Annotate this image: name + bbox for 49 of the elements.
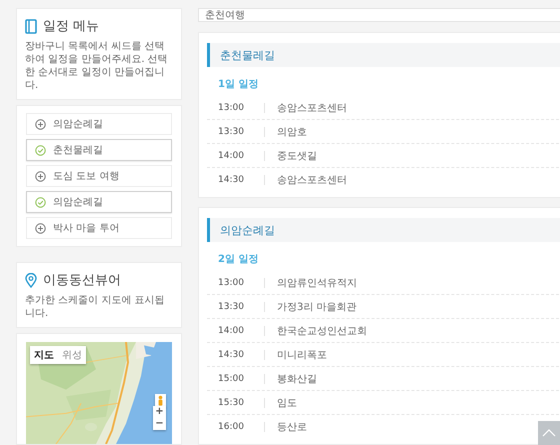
day-label: 1일 일정 xyxy=(218,78,260,91)
check-circle-icon xyxy=(35,144,46,156)
menu-title: 일정 메뉴 xyxy=(43,18,100,35)
course-item[interactable]: 의암순례길 xyxy=(26,113,172,135)
stop-place: 의암호 xyxy=(277,126,307,138)
route-viewer-description: 추가한 스케줄이 지도에 표시됩니다. xyxy=(25,294,166,320)
stop-time: 14:30 xyxy=(218,350,265,360)
stop-time: 15:00 xyxy=(218,374,265,384)
stop-place: 한국순교성인선교회 xyxy=(277,324,367,338)
stop-place: 등산로 xyxy=(277,420,307,434)
stop-place: 미니리폭포 xyxy=(277,348,327,362)
stop-place: 중도샛길 xyxy=(277,150,317,162)
day-label: 2일 일정 xyxy=(218,253,260,266)
trip-name-field[interactable]: 춘천여행 xyxy=(198,8,560,22)
caret-up-icon xyxy=(542,429,556,437)
map-type-tab[interactable]: 지도 xyxy=(30,346,58,364)
course-item[interactable]: 의암순례길 xyxy=(26,191,172,213)
stop-place: 임도 xyxy=(277,396,297,410)
stop-place: 가정3리 마을회관 xyxy=(277,300,357,314)
course-title: 춘천물레길 xyxy=(220,48,275,62)
notebook-icon xyxy=(25,18,37,34)
scroll-top-button[interactable] xyxy=(538,421,560,445)
stop-time: 15:30 xyxy=(218,398,265,408)
zoom-out-button[interactable]: − xyxy=(153,418,166,430)
stop-time: 13:00 xyxy=(218,102,265,112)
stop-place: 송암스포츠센터 xyxy=(277,174,347,186)
plus-circle-icon xyxy=(35,118,46,130)
course-item[interactable]: 춘천물레길 xyxy=(26,139,172,161)
menu-description: 장바구니 목록에서 씨드를 선택하여 일정을 만들어주세요. 선택한 순서대로 일정이 만들어집니다. xyxy=(25,40,169,92)
plus-circle-icon xyxy=(35,222,46,234)
stop-time: 13:00 xyxy=(218,278,265,288)
stop-time: 14:00 xyxy=(218,150,265,160)
stop-place: 송암스포츠센터 xyxy=(277,102,347,114)
course-item[interactable]: 박사 마을 투어 xyxy=(26,217,172,239)
zoom-in-button[interactable]: + xyxy=(153,406,166,418)
stop-time: 14:30 xyxy=(218,174,265,184)
course-item[interactable]: 도심 도보 여행 xyxy=(26,165,172,187)
check-circle-icon xyxy=(35,196,46,208)
stop-place: 봉화산길 xyxy=(277,372,317,386)
location-pin-icon xyxy=(25,272,37,288)
stop-place: 의암류인석유적지 xyxy=(277,276,357,290)
map-type-tab[interactable]: 위성 xyxy=(58,346,86,364)
route-viewer-title: 이동동선뷰어 xyxy=(43,272,121,289)
course-title: 의암순례길 xyxy=(220,222,275,238)
stop-time: 13:30 xyxy=(218,126,265,136)
stop-time: 14:00 xyxy=(218,326,265,336)
stop-time: 16:00 xyxy=(218,422,265,432)
stop-time: 13:30 xyxy=(218,302,265,312)
plus-circle-icon xyxy=(35,170,46,182)
